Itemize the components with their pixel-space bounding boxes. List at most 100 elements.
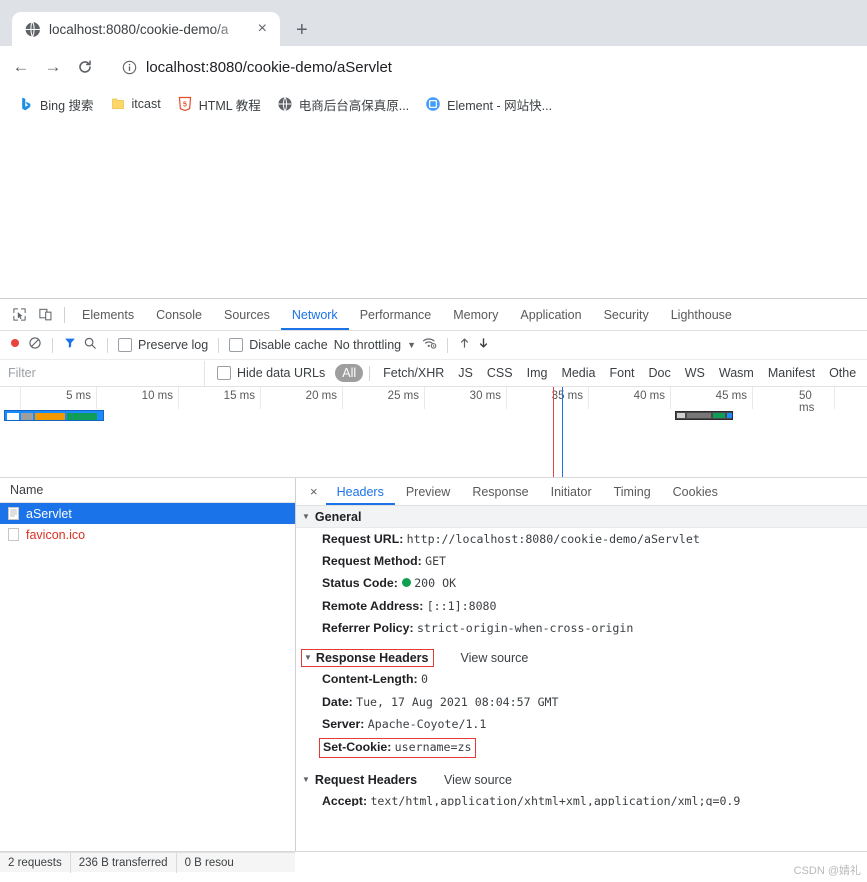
header-key: Accept:	[322, 793, 368, 807]
overview-tick: 50 ms	[799, 390, 815, 414]
filter-type-all[interactable]: All	[335, 364, 364, 382]
filter-input[interactable]: Filter	[0, 360, 205, 386]
filter-type-manifest[interactable]: Manifest	[761, 366, 822, 380]
bookmark-bing[interactable]: Bing 搜索	[10, 92, 102, 117]
search-button[interactable]	[83, 336, 97, 355]
section-header-general[interactable]: ▼ General	[296, 506, 867, 528]
tab-strip: localhost:8080/cookie-demo/a × +	[0, 6, 867, 46]
export-har-icon[interactable]	[477, 336, 490, 355]
filter-type-fetchxhr[interactable]: Fetch/XHR	[376, 366, 451, 380]
view-source-link[interactable]: View source	[460, 651, 528, 665]
detail-tab-cookies[interactable]: Cookies	[662, 479, 729, 505]
bookmark-label: Element - 网站快...	[447, 98, 553, 113]
column-header-name[interactable]: Name	[0, 478, 295, 503]
devtools-tab-lighthouse[interactable]: Lighthouse	[660, 300, 743, 330]
annotation-box-set-cookie: Set-Cookie: username=zs	[318, 738, 477, 758]
forward-button[interactable]: →	[38, 52, 68, 82]
filter-type-other[interactable]: Othe	[822, 366, 863, 380]
close-icon[interactable]: ×	[302, 484, 326, 499]
toolbar-divider	[64, 306, 65, 323]
table-row[interactable]: favicon.ico	[0, 524, 295, 545]
devtools-tab-network[interactable]: Network	[281, 300, 349, 330]
section-title: Request Headers	[314, 772, 418, 787]
filter-type-ws[interactable]: WS	[678, 366, 712, 380]
devtools-tab-console[interactable]: Console	[145, 300, 213, 330]
detail-tab-response[interactable]: Response	[461, 479, 539, 505]
back-button[interactable]: ←	[6, 52, 36, 82]
html5-icon: 5	[178, 96, 191, 112]
clear-button[interactable]	[28, 336, 42, 355]
new-tab-button[interactable]: +	[296, 20, 308, 40]
import-har-icon[interactable]	[458, 336, 471, 355]
header-value: strict-origin-when-cross-origin	[416, 620, 634, 635]
bookmark-label: HTML 教程	[198, 98, 261, 113]
bookmark-itcast[interactable]: itcast	[102, 93, 169, 115]
header-key: Request URL:	[322, 531, 404, 546]
overview-tick: 35 ms	[551, 390, 583, 402]
filter-type-wasm[interactable]: Wasm	[712, 366, 761, 380]
filter-type-doc[interactable]: Doc	[642, 366, 678, 380]
section-header-request-headers[interactable]: ▼ Request Headers View source	[296, 769, 867, 791]
devtools-tab-memory[interactable]: Memory	[442, 300, 509, 330]
request-name: favicon.ico	[26, 527, 86, 542]
resource-type-filters: Hide data URLs All Fetch/XHR JS CSS Img …	[205, 364, 867, 382]
triangle-down-icon: ▼	[304, 653, 312, 663]
filter-button[interactable]	[63, 336, 77, 355]
record-button[interactable]	[8, 336, 22, 355]
devtools-tab-security[interactable]: Security	[593, 300, 660, 330]
load-event-marker	[562, 387, 563, 477]
filter-type-media[interactable]: Media	[554, 366, 602, 380]
devtools-tab-performance[interactable]: Performance	[349, 300, 443, 330]
status-ok-icon	[402, 578, 412, 588]
toolbar-divider	[447, 337, 449, 353]
reload-icon	[79, 60, 91, 73]
header-value: http://localhost:8080/cookie-demo/aServl…	[406, 531, 700, 546]
chevron-down-icon[interactable]: ▼	[407, 340, 416, 350]
bookmark-label: Bing 搜索	[40, 98, 94, 113]
hide-data-urls-checkbox[interactable]: Hide data URLs	[217, 366, 325, 380]
overview-tick: 5 ms	[66, 390, 91, 402]
disable-cache-checkbox[interactable]: Disable cache	[229, 338, 328, 352]
section-header-response-headers[interactable]: ▼ Response Headers View source	[296, 647, 867, 669]
table-row[interactable]: aServlet	[0, 503, 295, 524]
device-toolbar-icon[interactable]	[32, 302, 58, 328]
header-key: Server:	[322, 717, 365, 732]
network-conditions-icon[interactable]	[422, 335, 437, 355]
view-source-link[interactable]: View source	[444, 773, 512, 787]
filter-divider	[369, 365, 371, 381]
detail-tab-initiator[interactable]: Initiator	[540, 479, 603, 505]
detail-tab-headers[interactable]: Headers	[326, 479, 395, 505]
header-key: Remote Address:	[322, 598, 424, 613]
filter-type-js[interactable]: JS	[451, 366, 480, 380]
toolbar-divider	[107, 337, 108, 353]
filter-type-css[interactable]: CSS	[480, 366, 520, 380]
checkbox-box	[217, 366, 231, 380]
overview-tick: 20 ms	[305, 390, 337, 402]
triangle-down-icon: ▼	[302, 774, 310, 784]
bookmark-element[interactable]: Element - 网站快...	[417, 92, 560, 117]
devtools-panel: Elements Console Sources Network Perform…	[0, 298, 867, 873]
tab-close-icon[interactable]: ×	[255, 19, 270, 39]
bookmark-html-tutorial[interactable]: 5 HTML 教程	[169, 92, 269, 117]
devtools-tab-application[interactable]: Application	[509, 300, 592, 330]
filter-type-font[interactable]: Font	[602, 366, 641, 380]
detail-tab-preview[interactable]: Preview	[395, 479, 461, 505]
filter-type-img[interactable]: Img	[520, 366, 555, 380]
network-toolbar: Preserve log Disable cache No throttling…	[0, 331, 867, 360]
header-row: Request Method: GET	[296, 550, 867, 572]
annotation-box-response-headers: ▼ Response Headers	[300, 649, 435, 668]
browser-tab[interactable]: localhost:8080/cookie-demo/a ×	[12, 12, 280, 46]
detail-tab-bar: × Headers Preview Response Initiator Tim…	[296, 478, 867, 506]
inspect-element-icon[interactable]	[6, 302, 32, 328]
devtools-tab-elements[interactable]: Elements	[71, 300, 145, 330]
detail-tab-timing[interactable]: Timing	[603, 479, 662, 505]
network-overview-timeline[interactable]: 5 ms 10 ms 15 ms 20 ms 25 ms 30 ms 35 ms…	[0, 387, 867, 478]
bookmark-ecommerce[interactable]: 电商后台高保真原...	[269, 92, 417, 117]
throttling-select[interactable]: No throttling	[334, 338, 401, 352]
address-bar[interactable]: localhost:8080/cookie-demo/aServlet	[110, 53, 861, 81]
preserve-log-checkbox[interactable]: Preserve log	[118, 338, 208, 352]
globe-icon	[24, 21, 40, 37]
reload-button[interactable]	[70, 52, 100, 82]
devtools-tab-sources[interactable]: Sources	[213, 300, 281, 330]
header-key: Date:	[322, 694, 353, 709]
